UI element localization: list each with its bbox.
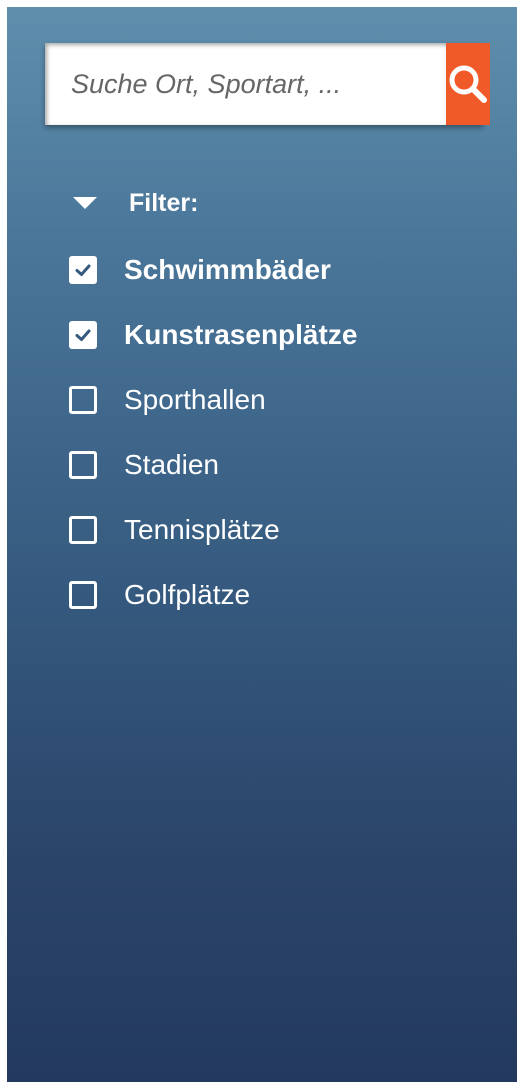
- check-icon: [75, 264, 91, 276]
- triangle-down-icon: [73, 197, 97, 209]
- checkbox-unchecked[interactable]: [69, 451, 97, 479]
- filter-item[interactable]: Sporthallen: [69, 381, 357, 446]
- checkbox-checked[interactable]: [69, 321, 97, 349]
- sidebar-panel: Filter: Schwimmbäder Kunstrasenplätze Spor…: [7, 7, 517, 1082]
- filter-item[interactable]: Stadien: [69, 446, 357, 511]
- filter-item[interactable]: Schwimmbäder: [69, 251, 357, 316]
- filter-item[interactable]: Golfplätze: [69, 576, 357, 641]
- search-icon: [449, 65, 487, 103]
- filter-item-label: Sporthallen: [124, 384, 266, 415]
- checkbox-unchecked[interactable]: [69, 386, 97, 414]
- filter-item-label: Tennisplätze: [124, 514, 280, 545]
- filter-item-label: Schwimmbäder: [124, 254, 331, 285]
- filter-item-label: Golfplätze: [124, 579, 251, 610]
- filter-item-label: Kunstrasenplätze: [124, 319, 358, 350]
- search-input[interactable]: [45, 43, 446, 125]
- check-icon: [75, 329, 91, 341]
- filter-toggle[interactable]: Filter:: [67, 185, 198, 221]
- checkbox-unchecked[interactable]: [69, 581, 97, 609]
- filter-item-label: Stadien: [124, 449, 219, 480]
- checkbox-unchecked[interactable]: [69, 516, 97, 544]
- search-button[interactable]: [446, 43, 490, 125]
- filter-item[interactable]: Kunstrasenplätze: [69, 316, 357, 381]
- filter-list: Schwimmbäder Kunstrasenplätze Sporthallen S…: [69, 251, 357, 641]
- search-bar: [45, 43, 490, 125]
- filter-title: Filter:: [129, 188, 199, 217]
- filter-item[interactable]: Tennisplätze: [69, 511, 357, 576]
- checkbox-checked[interactable]: [69, 256, 97, 284]
